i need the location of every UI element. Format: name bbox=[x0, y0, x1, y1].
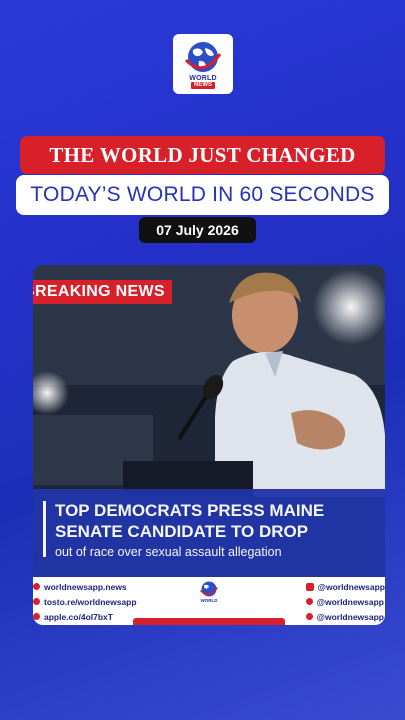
breaking-news-badge: BREAKING NEWS bbox=[33, 280, 172, 304]
web-icon bbox=[33, 583, 40, 590]
facebook-icon bbox=[305, 613, 313, 620]
instagram-icon bbox=[305, 582, 314, 591]
footer-social-facebook[interactable]: @worldnewsapp bbox=[305, 609, 385, 624]
story-panel: TOP DEMOCRATS PRESS MAINE SENATE CANDIDA… bbox=[33, 489, 385, 577]
footer-logo-text: WORLD bbox=[200, 598, 218, 603]
footer-link-playstore[interactable]: tosto.re/worldnewsapp bbox=[33, 594, 137, 609]
twitter-icon bbox=[305, 598, 313, 605]
play-store-icon bbox=[33, 598, 40, 605]
footer-social-twitter[interactable]: @worldnewsapp bbox=[305, 594, 385, 609]
sub-headline: TODAY’S WORLD IN 60 SECONDS bbox=[16, 175, 389, 215]
story-subtitle: out of race over sexual assault allegati… bbox=[55, 545, 282, 559]
footer-red-bar bbox=[133, 618, 285, 625]
footer-link-website[interactable]: worldnewsapp.news bbox=[33, 579, 137, 594]
footer-link-appstore[interactable]: apple.co/4ol7bxT bbox=[33, 609, 137, 624]
logo-text-world: WORLD bbox=[189, 74, 217, 82]
footer-links: worldnewsapp.news tosto.re/worldnewsapp … bbox=[33, 577, 385, 625]
footer-logo: WORLD bbox=[196, 580, 222, 608]
globe-icon bbox=[184, 41, 222, 72]
logo-text-news: NEWS bbox=[191, 81, 215, 89]
app-store-icon bbox=[33, 613, 40, 620]
main-headline: THE WORLD JUST CHANGED bbox=[20, 136, 385, 174]
globe-icon bbox=[199, 581, 219, 597]
footer-social-instagram[interactable]: @worldnewsapp bbox=[305, 579, 385, 594]
news-card[interactable]: BREAKING NEWS TOP DEMOCRATS PRESS MAINE … bbox=[33, 265, 385, 625]
story-title: TOP DEMOCRATS PRESS MAINE SENATE CANDIDA… bbox=[55, 501, 325, 541]
world-news-logo: WORLD NEWS bbox=[173, 34, 233, 94]
date-badge: 07 July 2026 bbox=[139, 217, 256, 243]
story-accent-bar bbox=[43, 501, 46, 557]
